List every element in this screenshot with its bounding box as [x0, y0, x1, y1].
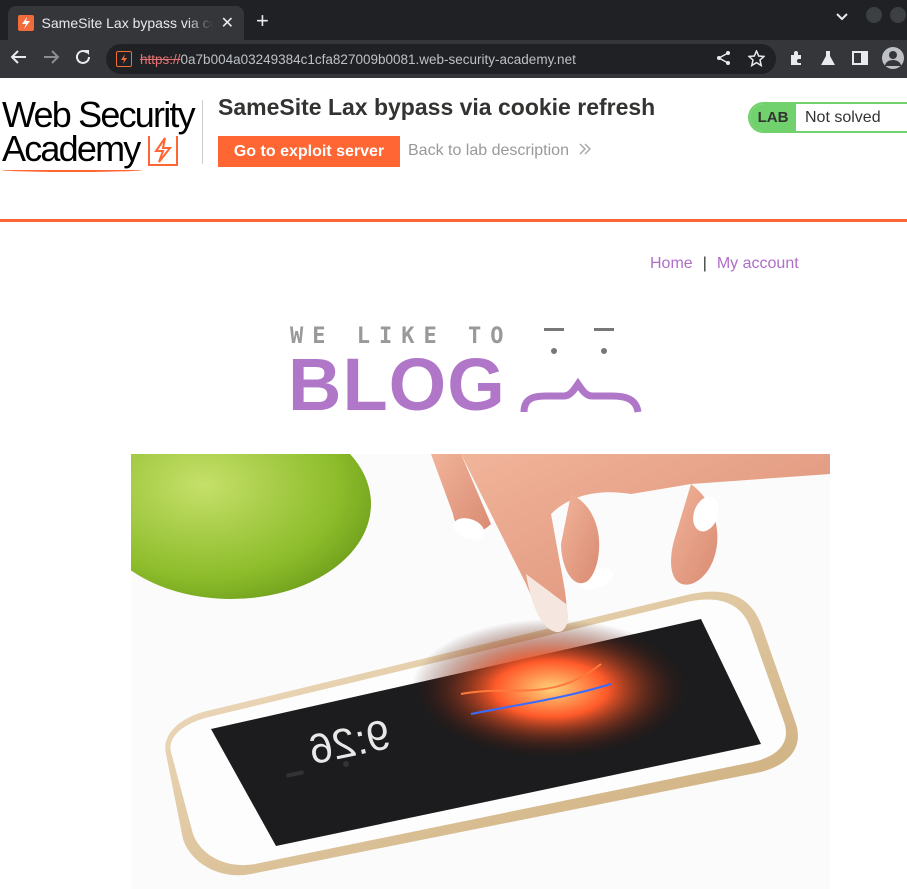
favicon-icon: [18, 15, 34, 31]
bookmark-star-icon[interactable]: [747, 49, 766, 71]
go-to-exploit-server-button[interactable]: Go to exploit server: [218, 136, 400, 167]
lab-status-widget: LAB Not solved: [748, 102, 907, 133]
url-scheme: https://: [140, 51, 181, 67]
url-text: https://0a7b004a03249384c1cfa827009b0081…: [140, 52, 576, 67]
reload-icon[interactable]: [74, 48, 92, 70]
tab-title: SameSite Lax bypass via cookie refresh: [41, 15, 213, 31]
blog-face-icon: [520, 328, 642, 413]
share-icon[interactable]: [716, 50, 732, 70]
minimize-button[interactable]: [866, 7, 882, 23]
lab-status-text: Not solved: [796, 104, 906, 131]
browser-toolbar: https://0a7b004a03249384c1cfa827009b0081…: [0, 40, 907, 78]
url-host: 0a7b004a03249384c1cfa827009b0081.web-sec…: [180, 51, 576, 67]
extensions-icon[interactable]: [788, 50, 804, 70]
not-secure-icon[interactable]: [116, 51, 132, 67]
blog-nav: Home | My account: [650, 255, 799, 273]
back-to-lab-description-link[interactable]: Back to lab description: [408, 142, 592, 160]
maximize-button[interactable]: [890, 7, 906, 23]
blog-wordmark: BLOG: [288, 343, 506, 426]
back-arrow-icon[interactable]: [10, 48, 28, 70]
new-tab-icon[interactable]: +: [256, 8, 269, 34]
labs-flask-icon[interactable]: [820, 50, 836, 70]
side-panel-icon[interactable]: [852, 50, 868, 70]
header-divider: [202, 100, 203, 164]
profile-avatar-icon[interactable]: [882, 47, 904, 69]
forward-arrow-icon[interactable]: [42, 48, 60, 70]
back-link-label: Back to lab description: [408, 142, 569, 159]
tab-search-chevron-icon[interactable]: [836, 10, 848, 24]
blog-hero-image[interactable]: 9:26: [131, 454, 830, 889]
lab-header: Web Security Academy SameSite Lax bypass…: [0, 78, 907, 222]
blog-banner: WE LIKE TO BLOG: [288, 322, 648, 422]
lab-status-badge: LAB: [750, 104, 796, 131]
nav-separator: |: [702, 255, 707, 272]
browser-tab-bar: SameSite Lax bypass via cookie refresh ✕…: [0, 0, 907, 40]
browser-tab[interactable]: SameSite Lax bypass via cookie refresh ✕: [8, 6, 244, 40]
double-chevron-right-icon: [579, 142, 592, 159]
nav-my-account-link[interactable]: My account: [717, 255, 799, 272]
logo-line-1: Web Security: [2, 94, 196, 135]
lab-title: SameSite Lax bypass via cookie refresh: [218, 94, 656, 120]
web-security-academy-logo[interactable]: Web Security Academy: [2, 94, 202, 172]
logo-underline: [2, 168, 142, 172]
logo-bolt-icon: [148, 136, 178, 166]
nav-home-link[interactable]: Home: [650, 255, 693, 272]
tab-close-icon[interactable]: ✕: [221, 13, 234, 33]
address-bar[interactable]: https://0a7b004a03249384c1cfa827009b0081…: [106, 44, 776, 74]
